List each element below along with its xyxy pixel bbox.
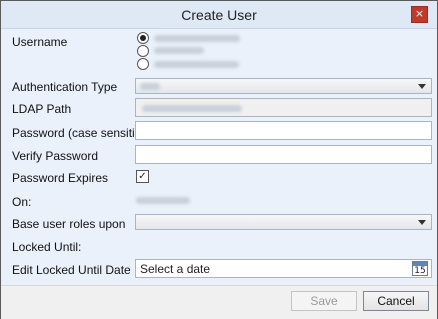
username-option-1-obscured: [154, 35, 240, 42]
password-label: Password (case sensitive): [12, 126, 152, 140]
locked-until-label: Locked Until:: [12, 240, 82, 254]
username-option-3-obscured: [154, 61, 239, 68]
dialog-title: Create User: [181, 7, 257, 23]
password-expires-checkbox[interactable]: ✓: [136, 170, 149, 183]
username-radio-3[interactable]: [137, 58, 149, 70]
password-field[interactable]: [135, 121, 432, 140]
base-roles-select[interactable]: [135, 214, 432, 230]
ldap-path-label: LDAP Path: [12, 102, 72, 116]
close-icon[interactable]: ×: [411, 6, 428, 23]
chevron-down-icon: [418, 84, 426, 89]
auth-type-value-obscured: [140, 83, 160, 90]
chevron-down-icon: [418, 220, 426, 225]
username-label: Username: [12, 35, 68, 49]
title-bar: Create User ×: [1, 1, 437, 29]
on-date-obscured: [136, 197, 190, 204]
save-button[interactable]: Save: [291, 291, 357, 311]
cancel-button[interactable]: Cancel: [363, 291, 429, 311]
calendar-day: 15: [414, 266, 426, 276]
username-radio-1[interactable]: [137, 32, 149, 44]
base-roles-label: Base user roles upon: [12, 217, 126, 231]
on-label: On:: [12, 195, 32, 209]
password-expires-label: Password Expires: [12, 171, 109, 185]
ldap-path-value-obscured: [142, 105, 242, 112]
auth-type-select[interactable]: [135, 78, 432, 94]
ldap-path-field: [135, 98, 432, 117]
calendar-icon[interactable]: 15: [412, 261, 428, 276]
create-user-dialog: Create User × Username Authentication Ty…: [0, 0, 438, 319]
username-radio-2[interactable]: [137, 45, 149, 57]
verify-password-field[interactable]: [135, 145, 432, 164]
verify-password-label: Verify Password: [12, 149, 99, 163]
locked-until-date-picker[interactable]: Select a date 15: [135, 259, 432, 278]
dialog-footer: Save Cancel: [1, 285, 437, 319]
edit-locked-until-label: Edit Locked Until Date: [12, 263, 131, 277]
date-placeholder: Select a date: [140, 262, 211, 276]
username-option-2-obscured: [154, 47, 204, 54]
auth-type-label: Authentication Type: [12, 80, 118, 94]
check-icon: ✓: [138, 171, 147, 182]
